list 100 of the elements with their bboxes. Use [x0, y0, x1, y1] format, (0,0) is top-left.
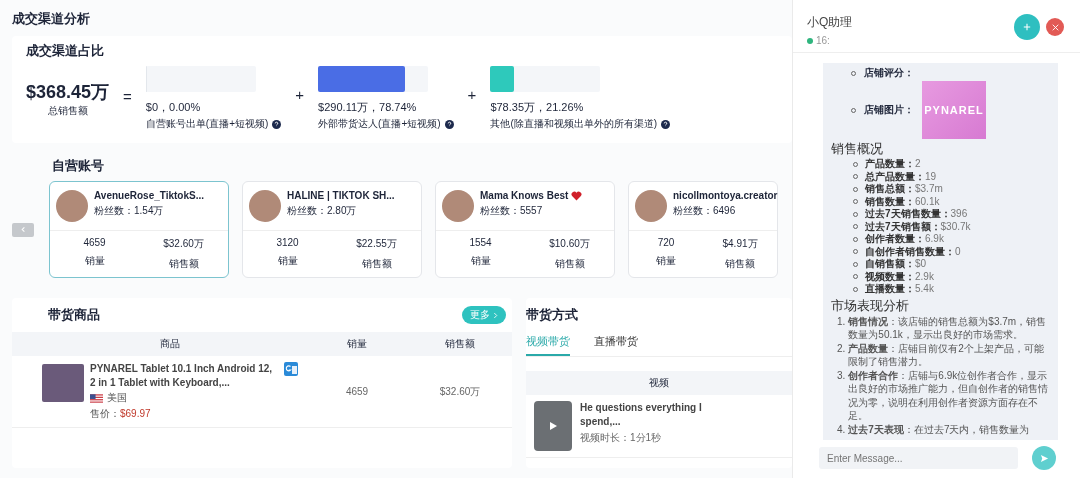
sales-amount: $32.60万: [163, 237, 204, 251]
sales-count-label: 销量: [656, 254, 676, 268]
store-field-label: 店铺评分：: [864, 66, 914, 80]
list-item: 总产品数量：19: [865, 170, 937, 183]
column-header: 销售额: [444, 337, 476, 351]
account-name: Mama Knows Best: [480, 190, 569, 201]
list-number: 4.: [837, 422, 846, 436]
country: 美国: [107, 391, 127, 405]
list-number: 2.: [837, 341, 846, 356]
avatar-circle: [635, 190, 667, 222]
flag-icon: [90, 393, 103, 403]
account-card[interactable]: HALINE | TIKTOK SH... 粉丝数：2.80万 3120 销量 $22.55万 销售额: [242, 181, 422, 278]
avatar-circle: [56, 190, 88, 222]
list-item: 自创作者销售数量：0: [865, 245, 961, 258]
sales-count-label: 销量: [470, 254, 491, 268]
column-header: 销量: [346, 337, 368, 351]
list-item: 过去7天表现：在过去7天内，销售数量为: [848, 422, 1030, 436]
close-icon: [1051, 23, 1059, 31]
section-title: 带货方式: [526, 306, 579, 324]
channel-value: $78.35万，21.26%: [490, 100, 585, 115]
account-card[interactable]: Mama Knows Best 粉丝数：5557 1554 销量 $10.60万 销售额: [435, 181, 615, 278]
list-number: 1.: [837, 314, 846, 329]
sales-amount: $22.55万: [356, 237, 397, 251]
table-cell-text: $32.60万: [438, 384, 482, 399]
sales-amount-label: 销售额: [725, 257, 755, 271]
list-item: 视频数量：2.9k: [865, 270, 934, 283]
avatar-circle: [442, 190, 474, 222]
sales-amount-label: 销售额: [554, 257, 585, 271]
send-icon: [1039, 453, 1049, 463]
list-item: 创作者数量：6.9k: [865, 233, 944, 246]
account-card[interactable]: nicollmontoya.creator 粉丝数：6496 720 销量 $4.91万 销售额: [628, 181, 778, 278]
section-title: 成交渠道占比: [26, 42, 105, 60]
chevron-left-icon: [19, 226, 27, 233]
account-name: AvenueRose_TiktokS...: [94, 190, 205, 201]
store-logo: PYNAREL: [922, 81, 986, 139]
channel-label: 自营账号出单(直播+短视频): [145, 117, 269, 131]
sales-count-label: 销量: [277, 254, 298, 268]
translate-icon[interactable]: [284, 362, 298, 376]
section-title: 自营账号: [52, 157, 105, 175]
fans-count: 粉丝数：5557: [480, 204, 544, 218]
message-heading: 销售概况: [831, 140, 884, 158]
help-icon[interactable]: [444, 119, 454, 129]
chevron-right-icon: [493, 311, 498, 319]
list-item: 销售总额：$3.7m: [865, 183, 943, 196]
video-title[interactable]: He questions everything I spend,...: [580, 401, 730, 429]
video-thumbnail[interactable]: [534, 401, 572, 451]
price: $69.97: [120, 408, 151, 419]
account-name: nicollmontoya.creator: [673, 190, 778, 201]
sales-count: 3120: [276, 237, 299, 248]
send-button[interactable]: [1032, 446, 1056, 470]
sales-amount: $4.91万: [722, 237, 758, 251]
channel-label: 外部带货达人(直播+短视频): [318, 117, 441, 131]
column-header: 商品: [159, 337, 181, 351]
plus-sign: +: [295, 86, 305, 103]
message-input[interactable]: Enter Message...: [819, 447, 1018, 469]
status-dot: [807, 37, 813, 44]
assistant-title: 小Q助理: [807, 14, 854, 31]
sales-amount-label: 销售额: [168, 257, 199, 271]
total-sales-label: 总销售额: [47, 104, 88, 118]
list-item: 自销售额：$0: [865, 258, 927, 271]
list-item: 销售情况：该店铺的销售总额为$3.7m，销售数量为50.1k，显示出良好的市场需求。: [848, 314, 1048, 342]
help-icon[interactable]: [661, 119, 671, 129]
play-icon: [548, 421, 558, 431]
plus-icon: [1023, 23, 1031, 31]
page-title: 成交渠道分析: [12, 10, 91, 28]
table-cell-text: 4659: [344, 386, 370, 397]
list-item: 产品数量：店铺目前仅有2个上架产品，可能限制了销售潜力。: [848, 341, 1045, 369]
column-header: 视频: [649, 376, 669, 390]
channel-value: $0，0.00%: [145, 100, 202, 115]
avatar-circle: [249, 190, 281, 222]
add-button[interactable]: [1014, 14, 1040, 40]
fans-count: 粉丝数：2.80万: [287, 204, 358, 218]
list-item: 过去7天销售数量：396: [865, 208, 968, 221]
sales-amount-label: 销售额: [361, 257, 392, 271]
sales-count: 1554: [469, 237, 492, 248]
price-label: 售价：: [90, 408, 120, 419]
list-item: 销售数量：60.1k: [865, 195, 940, 208]
list-item: 直播数量：5.4k: [865, 283, 934, 296]
product-title[interactable]: PYNAREL Tablet 10.1 Inch Android 12, 2 in 1 Tablet with Keyboard,...: [90, 362, 278, 390]
photo-placeholder: [42, 364, 84, 402]
sales-count: 4659: [83, 237, 106, 248]
sales-amount: $10.60万: [549, 237, 590, 251]
equals-sign: =: [123, 88, 132, 105]
sales-count: 720: [657, 237, 675, 248]
fans-count: 粉丝数：1.54万: [94, 204, 165, 218]
fans-count: 粉丝数：6496: [673, 204, 737, 218]
list-item: 过去7天销售额：$30.7k: [865, 220, 971, 233]
account-card[interactable]: AvenueRose_TiktokS... 粉丝数：1.54万 4659 销量 $32.60万 销售额: [49, 181, 229, 278]
list-item: 产品数量：2: [865, 158, 921, 171]
list-number: 3.: [837, 368, 846, 383]
message-heading: 市场表现分析: [831, 296, 910, 315]
tab[interactable]: 直播带货: [594, 332, 638, 356]
close-button[interactable]: [1046, 18, 1064, 36]
channel-label: 其他(除直播和视频出单外的所有渠道): [490, 117, 658, 131]
plus-sign: +: [467, 86, 477, 103]
help-icon[interactable]: [272, 119, 282, 129]
video-duration: 视频时长：1分1秒: [580, 431, 663, 445]
section-title: 带货商品: [48, 306, 100, 324]
sales-count-label: 销量: [84, 254, 105, 268]
total-sales-value: $368.45万: [26, 81, 110, 104]
